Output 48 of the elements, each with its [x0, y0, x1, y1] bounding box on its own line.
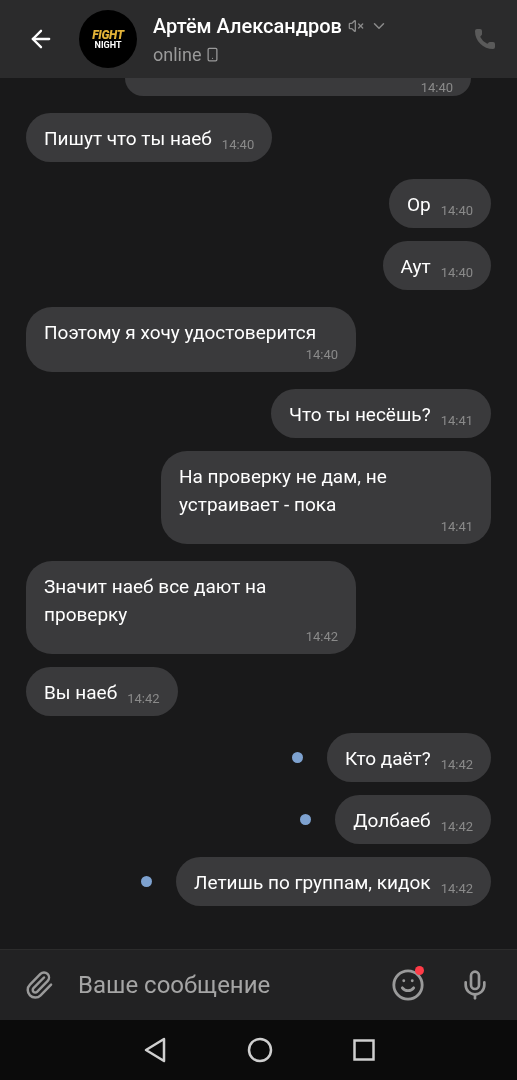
contact-name: Артём Александров — [153, 12, 342, 40]
message-text: Долбаеб — [353, 808, 431, 834]
message-time: 14:40 — [439, 203, 473, 219]
logo-text: NIGHT — [94, 40, 122, 50]
message-text: На проверку не дам, не устраивает - пока — [179, 464, 388, 518]
message-bubble[interactable]: Кто даёт? 14:42 — [326, 733, 491, 782]
message-text: Значит наеб все дают на проверку — [44, 574, 268, 628]
back-nav-icon[interactable] — [142, 1037, 167, 1063]
recents-nav-icon[interactable] — [352, 1039, 375, 1061]
attach-button[interactable] — [24, 970, 54, 1000]
message-text: Летишь по группам, кидок — [194, 870, 431, 896]
message-text: Что ты несёшь? — [289, 402, 431, 428]
message-time: 14:41 — [439, 413, 473, 429]
message-bubble[interactable]: Долбаеб 14:42 — [335, 795, 491, 844]
message-text: Пишут что ты наеб — [44, 126, 212, 152]
message-bubble[interactable]: Поэтому я хочу удостоверится 14:40 — [26, 307, 356, 372]
message-text: Кто даёт? — [344, 746, 431, 772]
message-bubble[interactable]: Вы наеб 14:42 — [26, 667, 178, 716]
message-time: 14:42 — [126, 691, 160, 707]
message-bubble[interactable]: Ор 14:40 — [388, 179, 491, 228]
message-time: 14:42 — [439, 757, 473, 773]
message-bubble[interactable]: Летишь по группам, кидок 14:42 — [176, 857, 491, 906]
mute-icon — [348, 17, 364, 34]
message-bubble[interactable]: Что ты несёшь? 14:41 — [271, 389, 491, 438]
message-time: 14:40 — [420, 79, 453, 97]
message-time: 14:40 — [304, 347, 338, 363]
message-bubble[interactable]: На проверку не дам, не устраивает - пока 14:41 — [161, 451, 491, 544]
message-input[interactable]: Ваше сообщение — [78, 967, 391, 1003]
message-time: 14:42 — [439, 819, 473, 835]
message-bubble[interactable]: Аут 14:40 — [382, 241, 491, 290]
home-nav-icon[interactable] — [246, 1037, 273, 1063]
phone-device-icon — [205, 46, 221, 62]
message-text: Вы наеб — [44, 680, 118, 706]
message-bubble[interactable]: Значит наеб все дают на проверку 14:42 — [26, 561, 356, 654]
status-text: online — [153, 42, 202, 67]
message-time: 14:42 — [304, 629, 338, 645]
message-text: Поэтому я хочу удостоверится — [44, 320, 317, 346]
message-field[interactable]: Ваше сообщение — [0, 949, 517, 1020]
message-text: Аут — [400, 254, 431, 280]
message-text: Ор — [406, 192, 431, 218]
avatar[interactable]: FIGHT NIGHT — [79, 10, 137, 68]
logo-text: FIGHT — [92, 28, 124, 41]
message-time: 14:42 — [439, 881, 473, 897]
message-time: 14:40 — [220, 137, 255, 153]
message-time: 14:41 — [439, 519, 473, 535]
message-bubble[interactable]: Пишут что ты наеб 14:40 — [26, 113, 273, 162]
sticker-button[interactable] — [391, 968, 425, 1002]
message-time: 14:40 — [439, 265, 473, 281]
